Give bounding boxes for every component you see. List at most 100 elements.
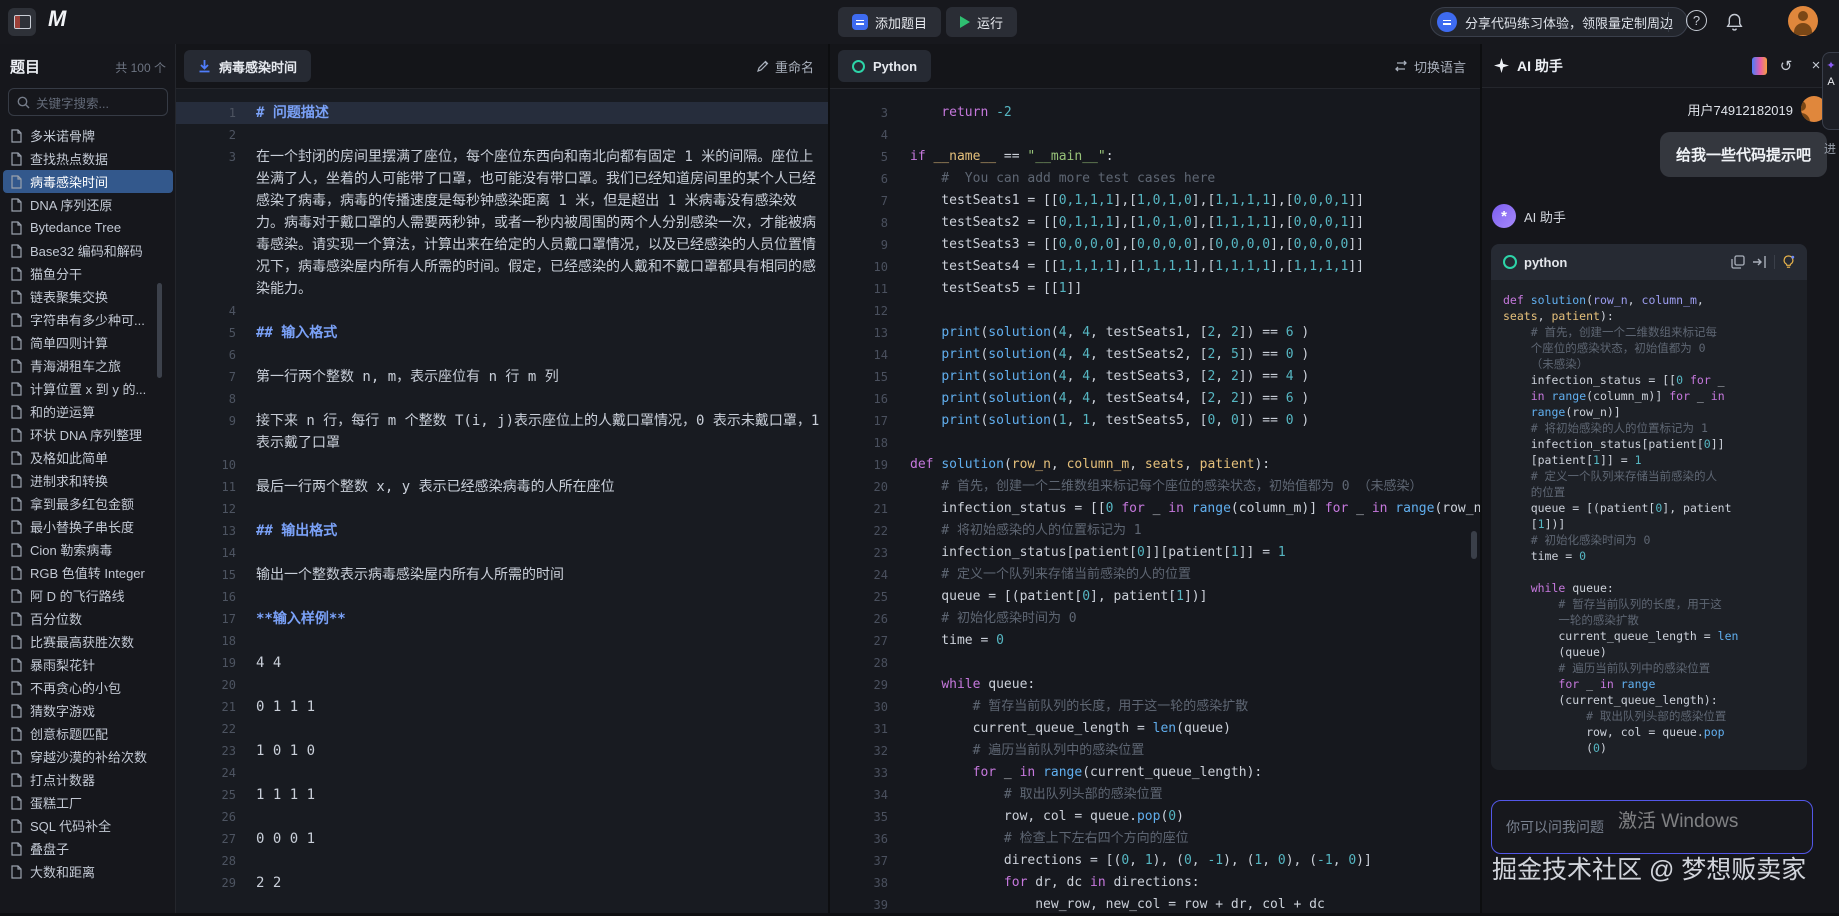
sidebar-item[interactable]: RGB 色值转 Integer <box>0 561 176 584</box>
user-avatar[interactable] <box>1788 6 1818 36</box>
sidebar-item[interactable]: 大数和距离 <box>0 860 176 883</box>
add-problem-button[interactable]: 添加题目 <box>838 7 941 37</box>
sidebar-item[interactable]: 和的逆运算 <box>0 400 176 423</box>
search-input[interactable]: 关键字搜索... <box>8 88 168 116</box>
problem-tab[interactable]: 病毒感染时间 <box>184 50 311 82</box>
ai-code-row: for _ in range <box>1503 676 1795 692</box>
sidebar-item[interactable]: Base32 编码和解码 <box>0 239 176 262</box>
sidebar-item[interactable]: 打点计数器 <box>0 768 176 791</box>
sidebar-title: 题目 <box>10 56 40 77</box>
code-editor[interactable]: 3 return -245if __name__ == "__main__":6… <box>830 102 1480 916</box>
history-icon[interactable]: ↺ <box>1775 57 1797 75</box>
sidebar-item[interactable]: 最小替换子串长度 <box>0 515 176 538</box>
sidebar-item[interactable]: 阿 D 的飞行路线 <box>0 584 176 607</box>
sidebar-item[interactable]: 猜数字游戏 <box>0 699 176 722</box>
sidebar-item[interactable]: 简单四则计算 <box>0 331 176 354</box>
description-line: 231 0 1 0 <box>176 740 828 762</box>
floating-ai-widget[interactable]: ✦ A <box>1822 52 1839 130</box>
card-divider <box>1774 255 1775 269</box>
sidebar-item[interactable]: 百分位数 <box>0 607 176 630</box>
sidebar-item[interactable]: 猫鱼分干 <box>0 262 176 285</box>
description-line: 3在一个封闭的房间里摆满了座位，每个座位东西向和南北向都有固定 1 米的间隔。座… <box>176 146 828 300</box>
description-line: 24 <box>176 762 828 784</box>
language-tab[interactable]: Python <box>838 50 931 82</box>
description-line: 11最后一行两个整数 x, y 表示已经感染病毒的人所在座位 <box>176 476 828 498</box>
sidebar-item[interactable]: 多米诺骨牌 <box>0 124 176 147</box>
switch-language-button[interactable]: 切换语言 <box>1394 44 1466 88</box>
sidebar-item[interactable]: DNA 序列还原 <box>0 193 176 216</box>
sidebar-item[interactable]: 不再贪心的小包 <box>0 676 176 699</box>
ai-reply-label: AI 助手 <box>1524 207 1566 226</box>
theme-flag-icon[interactable] <box>1752 57 1767 75</box>
community-watermark: 掘金技术社区 @ 梦想贩卖家 <box>1492 850 1806 886</box>
ai-code-row: # 初始化感染时间为 0 <box>1503 532 1795 548</box>
ai-code-row: (queue) <box>1503 644 1795 660</box>
description-line: 251 1 1 1 <box>176 784 828 806</box>
problem-sidebar: 题目 共 100 个 关键字搜索... 多米诺骨牌查找热点数据病毒感染时间DNA… <box>0 44 176 913</box>
sidebar-item[interactable]: 字符串有多少种可... <box>0 308 176 331</box>
hint-lightbulb-icon[interactable] <box>1782 255 1795 269</box>
description-line: 9接下来 n 行，每行 m 个整数 T(i, j)表示座位上的人戴口罩情况，0 … <box>176 410 828 454</box>
description-line: 15输出一个整数表示病毒感染屋内所有人所需的时间 <box>176 564 828 586</box>
ai-code-row: time = 0 <box>1503 548 1795 564</box>
ai-code-row: # 定义一个队列来存储当前感染的人 <box>1503 468 1795 484</box>
description-line: 18 <box>176 630 828 652</box>
description-line: 6 <box>176 344 828 366</box>
sidebar-item[interactable]: 计算位置 x 到 y 的... <box>0 377 176 400</box>
ai-code-row: seats, patient): <box>1503 308 1795 324</box>
ai-code-block[interactable]: def solution(row_n, column_m,seats, pati… <box>1491 280 1807 770</box>
sidebar-item[interactable]: SQL 代码补全 <box>0 814 176 837</box>
code-line: 35 row, col = queue.pop(0) <box>830 806 1480 828</box>
sidebar-item[interactable]: 及格如此简单 <box>0 446 176 469</box>
help-icon[interactable]: ? <box>1686 10 1707 31</box>
code-line: 36 # 检查上下左右四个方向的座位 <box>830 828 1480 850</box>
run-button[interactable]: 运行 <box>946 7 1017 37</box>
description-line: 26 <box>176 806 828 828</box>
sidebar-item[interactable]: 暴雨梨花针 <box>0 653 176 676</box>
ai-code-row: row, col = queue.pop <box>1503 724 1795 740</box>
ai-code-row: queue = [(patient[0], patient <box>1503 500 1795 516</box>
description-line: 22 <box>176 718 828 740</box>
sidebar-item[interactable]: 蛋糕工厂 <box>0 791 176 814</box>
ai-code-card: python def solution(row_n, column_m,seat… <box>1491 244 1807 770</box>
copy-icon[interactable] <box>1731 255 1745 269</box>
sidebar-item[interactable]: 穿越沙漠的补给次数 <box>0 745 176 768</box>
sidebar-item[interactable]: 进制求和转换 <box>0 469 176 492</box>
description-line: 5## 输入格式 <box>176 322 828 344</box>
sidebar-item[interactable]: 比赛最高获胜次数 <box>0 630 176 653</box>
code-editor-panel: Python 切换语言 3 return -245if __name__ == … <box>830 44 1482 913</box>
sidebar-item[interactable]: Cion 勒索病毒 <box>0 538 176 561</box>
promo-banner[interactable]: 分享代码练习体验，领限量定制周边 <box>1430 7 1688 37</box>
code-line: 31 current_queue_length = len(queue) <box>830 718 1480 740</box>
sidebar-item[interactable]: 病毒感染时间 <box>3 170 173 193</box>
description-editor[interactable]: 1# 问题描述23在一个封闭的房间里摆满了座位，每个座位东西向和南北向都有固定 … <box>176 102 828 894</box>
code-line: 12 <box>830 300 1480 322</box>
sidebar-item[interactable]: Bytedance Tree <box>0 216 176 239</box>
sidebar-toggle-icon[interactable] <box>8 8 36 36</box>
editor-scrollbar[interactable] <box>1471 531 1477 559</box>
code-line: 6 # You can add more test cases here <box>830 168 1480 190</box>
code-line: 20 # 首先，创建一个二维数组来标记每个座位的感染状态，初始值都为 0 （未感… <box>830 476 1480 498</box>
sidebar-item[interactable]: 链表聚集交换 <box>0 285 176 308</box>
sidebar-item[interactable]: 青海湖租车之旅 <box>0 354 176 377</box>
problem-description-panel: 病毒感染时间 重命名 1# 问题描述23在一个封闭的房间里摆满了座位，每个座位东… <box>176 44 830 913</box>
notification-bell-icon[interactable] <box>1722 10 1746 34</box>
ai-code-row: 个座位的感染状态，初始值都为 0 <box>1503 340 1795 356</box>
sidebar-item[interactable]: 创意标题匹配 <box>0 722 176 745</box>
code-language-label: python <box>1524 255 1567 270</box>
sidebar-item[interactable]: 查找热点数据 <box>0 147 176 170</box>
user-message-bubble: 给我一些代码提示吧 <box>1660 132 1827 177</box>
sidebar-item[interactable]: 叠盘子 <box>0 837 176 860</box>
ai-code-row: # 取出队列头部的感染位置 <box>1503 708 1795 724</box>
sidebar-scrollbar[interactable] <box>157 283 162 378</box>
code-line: 4 <box>830 124 1480 146</box>
sidebar-item[interactable]: 环状 DNA 序列整理 <box>0 423 176 446</box>
floating-widget-more[interactable]: 进 <box>1824 140 1836 157</box>
ai-code-row: range(row_n)] <box>1503 404 1795 420</box>
description-line: 13## 输出格式 <box>176 520 828 542</box>
sidebar-item[interactable]: 拿到最多红包金额 <box>0 492 176 515</box>
code-line: 24 # 定义一个队列来存储当前感染的人的位置 <box>830 564 1480 586</box>
insert-code-icon[interactable] <box>1752 255 1767 269</box>
top-bar: M 添加题目 运行 分享代码练习体验，领限量定制周边 ? <box>0 0 1839 45</box>
rename-button[interactable]: 重命名 <box>756 44 814 88</box>
